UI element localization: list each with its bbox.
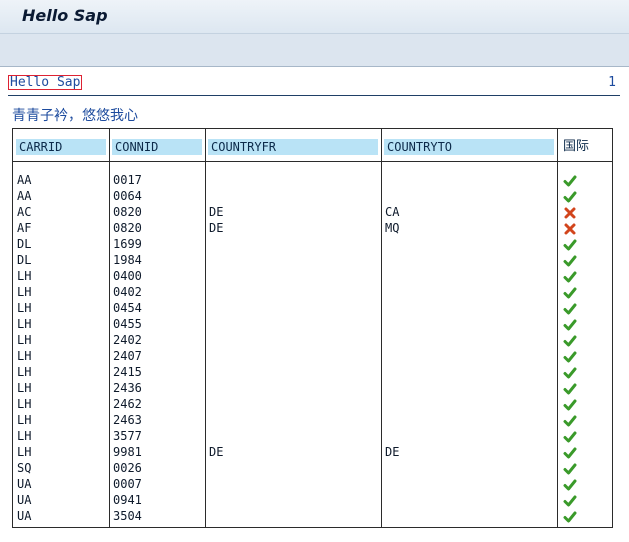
check-icon: [563, 333, 577, 347]
cell-connid: 2407: [113, 349, 142, 363]
report-header-text: Hello Sap: [8, 75, 83, 90]
cell-connid: 0941: [113, 493, 142, 507]
col-header-countryfr[interactable]: COUNTRYFR: [208, 139, 378, 155]
cell-connid: 0017: [113, 173, 142, 187]
cell-connid: 2436: [113, 381, 142, 395]
cell-carrid: LH: [17, 333, 32, 347]
cell-connid: 0455: [113, 317, 142, 331]
check-icon: [563, 173, 577, 187]
check-icon: [563, 445, 577, 459]
check-icon: [563, 381, 577, 395]
column-divider: [557, 129, 558, 527]
cell-carrid: LH: [17, 349, 32, 363]
cell-carrid: UA: [17, 493, 32, 507]
cross-icon: [563, 205, 577, 219]
column-divider: [109, 129, 110, 527]
col-header-countryto[interactable]: COUNTRYTO: [384, 139, 554, 155]
cell-carrid: AA: [17, 189, 32, 203]
cell-connid: 3504: [113, 509, 142, 523]
cell-carrid: AC: [17, 205, 32, 219]
cell-carrid: DL: [17, 253, 32, 267]
column-divider: [205, 129, 206, 527]
check-icon: [563, 413, 577, 427]
cell-carrid: LH: [17, 269, 32, 283]
check-icon: [563, 349, 577, 363]
flight-table: CARRID CONNID COUNTRYFR COUNTRYTO 国际 AA 0…: [12, 128, 613, 528]
check-icon: [563, 493, 577, 507]
header-divider: [13, 161, 612, 162]
report-header: Hello Sap 1: [8, 73, 620, 96]
cell-carrid: LH: [17, 365, 32, 379]
cell-carrid: AA: [17, 173, 32, 187]
cell-countryto: MQ: [385, 221, 400, 235]
cell-carrid: UA: [17, 477, 32, 491]
cell-connid: 0026: [113, 461, 142, 475]
check-icon: [563, 429, 577, 443]
check-icon: [563, 189, 577, 203]
check-icon: [563, 237, 577, 251]
report-subtitle: 青青子衿，悠悠我心: [12, 108, 138, 124]
cell-connid: 0007: [113, 477, 142, 491]
check-icon: [563, 509, 577, 523]
cell-connid: 3577: [113, 429, 142, 443]
cell-carrid: LH: [17, 285, 32, 299]
cell-connid: 1984: [113, 253, 142, 267]
cell-carrid: LH: [17, 381, 32, 395]
window-title: Hello Sap: [22, 6, 108, 25]
cell-connid: 2463: [113, 413, 142, 427]
cell-carrid: LH: [17, 397, 32, 411]
cell-countryfr: DE: [209, 221, 224, 235]
check-icon: [563, 397, 577, 411]
column-divider: [381, 129, 382, 527]
cell-carrid: AF: [17, 221, 32, 235]
cell-connid: 0064: [113, 189, 142, 203]
cell-countryto: DE: [385, 445, 400, 459]
cell-connid: 0402: [113, 285, 142, 299]
cell-countryfr: DE: [209, 205, 224, 219]
cell-carrid: UA: [17, 509, 32, 523]
cell-carrid: LH: [17, 301, 32, 315]
cell-carrid: LH: [17, 429, 32, 443]
cell-connid: 9981: [113, 445, 142, 459]
cell-connid: 2402: [113, 333, 142, 347]
cell-connid: 1699: [113, 237, 142, 251]
check-icon: [563, 269, 577, 283]
cross-icon: [563, 221, 577, 235]
cell-connid: 0820: [113, 221, 142, 235]
cell-countryto: CA: [385, 205, 400, 219]
check-icon: [563, 477, 577, 491]
cell-carrid: LH: [17, 413, 32, 427]
cell-connid: 0454: [113, 301, 142, 315]
check-icon: [563, 301, 577, 315]
application-toolbar: [0, 34, 629, 67]
cell-connid: 2415: [113, 365, 142, 379]
check-icon: [563, 253, 577, 267]
col-header-connid[interactable]: CONNID: [112, 139, 202, 155]
col-header-international[interactable]: 国际: [560, 139, 610, 155]
cell-carrid: LH: [17, 445, 32, 459]
check-icon: [563, 317, 577, 331]
cell-carrid: DL: [17, 237, 32, 251]
cell-connid: 2462: [113, 397, 142, 411]
check-icon: [563, 285, 577, 299]
check-icon: [563, 365, 577, 379]
cell-carrid: SQ: [17, 461, 32, 475]
col-header-carrid[interactable]: CARRID: [16, 139, 106, 155]
cell-countryfr: DE: [209, 445, 224, 459]
cell-carrid: LH: [17, 317, 32, 331]
cell-connid: 0400: [113, 269, 142, 283]
cell-connid: 0820: [113, 205, 142, 219]
title-bar: Hello Sap: [0, 0, 629, 34]
page-number: 1: [608, 75, 616, 90]
check-icon: [563, 461, 577, 475]
